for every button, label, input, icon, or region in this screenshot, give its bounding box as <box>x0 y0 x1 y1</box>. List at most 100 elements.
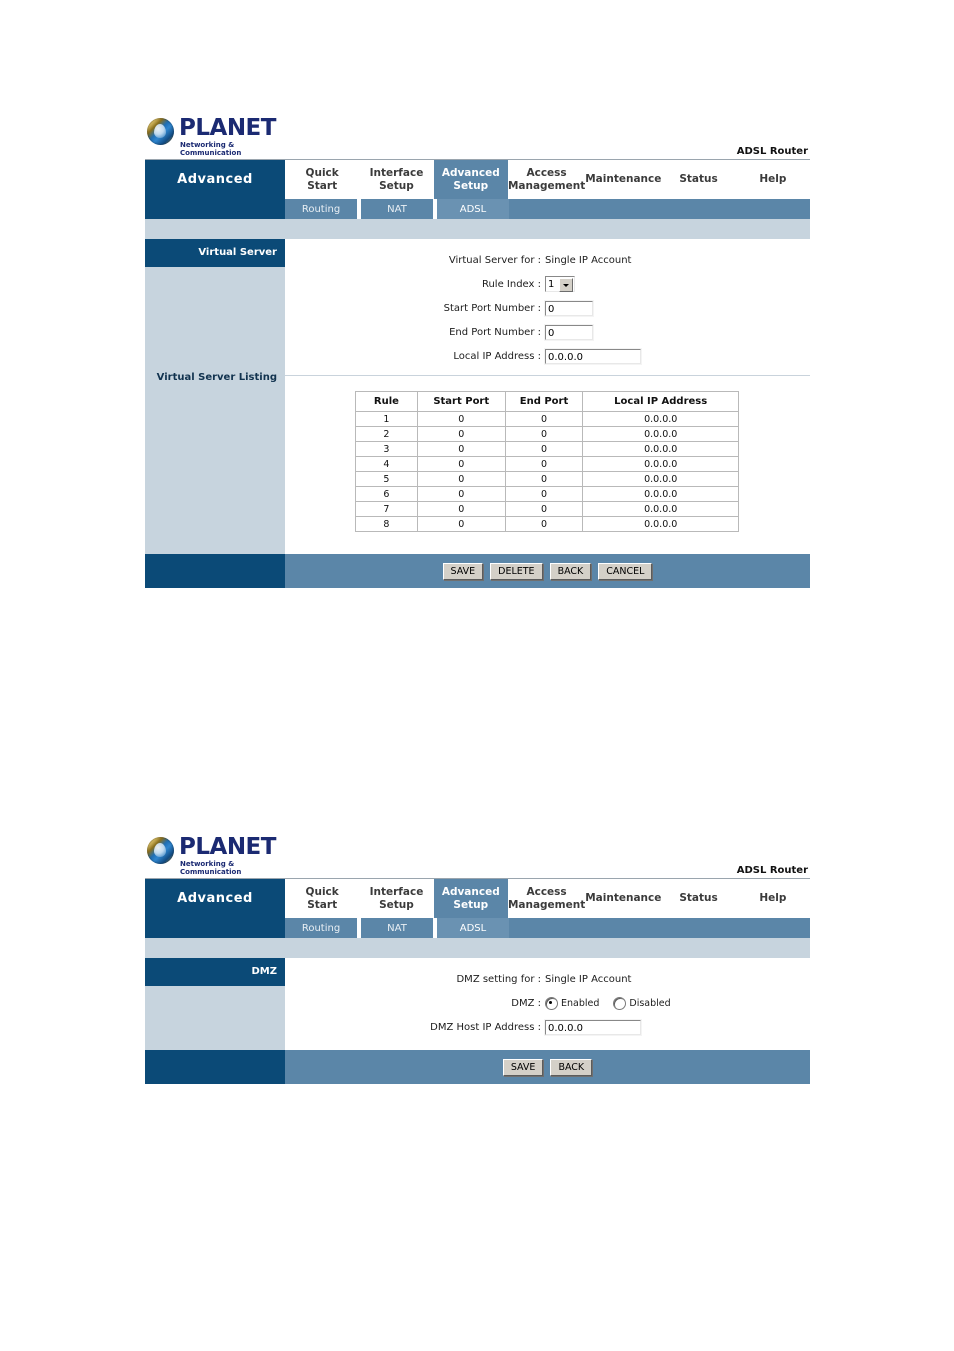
subtab-nat[interactable]: NAT <box>361 199 433 219</box>
cell-start-port: 0 <box>416 486 506 502</box>
rule-index-select[interactable]: 1 <box>545 276 575 292</box>
tab-label-line1: Status <box>679 173 718 185</box>
table-row: 7 0 0 0.0.0.0 <box>355 501 739 517</box>
cell-end-port: 0 <box>504 501 584 517</box>
tab-advanced-setup[interactable]: Advanced Setup <box>433 160 508 199</box>
table-row: 6 0 0 0.0.0.0 <box>355 486 739 502</box>
tab-maintenance[interactable]: Maintenance <box>585 160 662 199</box>
cell-start-port: 0 <box>416 471 506 487</box>
tab-quick-start[interactable]: Quick Start <box>285 879 360 918</box>
back-button[interactable]: BACK <box>549 562 592 580</box>
cell-local-ip: 0.0.0.0 <box>582 501 739 517</box>
dmz-disabled-radio[interactable]: Disabled <box>613 996 684 1010</box>
end-port-input[interactable]: 0 <box>544 323 594 341</box>
device-name: ADSL Router <box>736 865 808 876</box>
radio-on-icon[interactable] <box>545 996 558 1010</box>
subtab-routing[interactable]: Routing <box>285 918 357 938</box>
cell-local-ip: 0.0.0.0 <box>582 486 739 502</box>
subtab-routing[interactable]: Routing <box>285 199 357 219</box>
label-dmz: DMZ : <box>511 997 541 1009</box>
local-ip-address-input[interactable]: 0.0.0.0 <box>544 347 642 365</box>
tab-label-line1: Access <box>526 166 567 179</box>
cell-end-port: 0 <box>504 411 584 427</box>
table-row: 3 0 0 0.0.0.0 <box>355 441 739 457</box>
cancel-button[interactable]: CANCEL <box>598 562 653 580</box>
cell-start-port: 0 <box>416 516 506 532</box>
subtab-adsl[interactable]: ADSL <box>437 918 509 938</box>
nav-underline-strip <box>145 938 810 958</box>
value-virtual-server-for: Single IP Account <box>545 254 632 266</box>
sidebar-title-dmz: DMZ <box>145 958 285 986</box>
tab-label-line2: Setup <box>379 179 414 192</box>
panel-footer: SAVE DELETE BACK CANCEL <box>145 554 810 588</box>
header-divider <box>145 159 810 160</box>
tab-access-management[interactable]: Access Management <box>507 879 586 918</box>
panel-body: DMZ DMZ setting for : Single IP Account … <box>145 958 810 1050</box>
tab-label-line1: Interface <box>369 885 424 898</box>
field-row-dmz-toggle: DMZ : Enabled Disabled <box>285 994 810 1012</box>
back-button[interactable]: BACK <box>550 1058 593 1076</box>
radio-off-icon[interactable] <box>613 996 627 1010</box>
label-dmz-host-ip-address: DMZ Host IP Address : <box>430 1021 541 1033</box>
tab-quick-start[interactable]: Quick Start <box>285 160 360 199</box>
tab-interface-setup[interactable]: Interface Setup <box>359 160 434 199</box>
save-button[interactable]: SAVE <box>442 562 484 580</box>
tab-label-line1: Quick <box>305 885 339 898</box>
tab-status[interactable]: Status <box>661 160 736 199</box>
tab-label-line1: Status <box>679 892 718 904</box>
table-row: 2 0 0 0.0.0.0 <box>355 426 739 442</box>
cell-rule: 4 <box>355 456 418 472</box>
delete-button[interactable]: DELETE <box>490 562 543 580</box>
tab-help[interactable]: Help <box>735 879 810 918</box>
column-header-local-ip-address: Local IP Address <box>582 391 739 412</box>
subtab-adsl[interactable]: ADSL <box>437 199 509 219</box>
main-nav: Advanced Quick Start Interface Setup Adv… <box>145 879 810 918</box>
tab-label-line2: Management <box>507 179 586 192</box>
dmz-host-ip-input[interactable]: 0.0.0.0 <box>544 1018 642 1036</box>
sub-nav-spacer <box>145 199 285 219</box>
content-area: Virtual Server for : Single IP Account R… <box>285 239 810 554</box>
planet-logo: PLANET Networking & Communication <box>146 834 286 876</box>
cell-local-ip: 0.0.0.0 <box>582 426 739 442</box>
dmz-enabled-radio[interactable]: Enabled <box>545 996 613 1010</box>
tab-status[interactable]: Status <box>661 879 736 918</box>
dmz-enabled-label: Enabled <box>561 997 600 1009</box>
planet-logo: PLANET Networking & Communication <box>146 115 286 157</box>
label-start-port-number: Start Port Number : <box>443 302 541 314</box>
table-row: 1 0 0 0.0.0.0 <box>355 411 739 427</box>
tab-maintenance[interactable]: Maintenance <box>585 879 662 918</box>
tab-label-line1: Quick <box>305 166 339 179</box>
cell-local-ip: 0.0.0.0 <box>582 441 739 457</box>
cell-end-port: 0 <box>504 516 584 532</box>
virtual-server-listing-table-wrap: Rule Start Port End Port Local IP Addres… <box>285 376 810 532</box>
globe-icon <box>147 118 174 145</box>
virtual-server-listing-table: Rule Start Port End Port Local IP Addres… <box>355 391 739 532</box>
strip-left <box>145 938 285 958</box>
save-button[interactable]: SAVE <box>502 1058 544 1076</box>
sub-nav-spacer <box>145 918 285 938</box>
tab-access-management[interactable]: Access Management <box>507 160 586 199</box>
subtab-nat[interactable]: NAT <box>361 918 433 938</box>
sidebar: Virtual Server Virtual Server Listing <box>145 239 285 554</box>
brand-header: PLANET Networking & Communication ADSL R… <box>145 832 810 879</box>
cell-rule: 3 <box>355 441 418 457</box>
sidebar: DMZ <box>145 958 285 1050</box>
main-nav: Advanced Quick Start Interface Setup Adv… <box>145 160 810 199</box>
cell-start-port: 0 <box>416 426 506 442</box>
start-port-input[interactable]: 0 <box>544 299 594 317</box>
tab-advanced-setup[interactable]: Advanced Setup <box>433 879 508 918</box>
cell-start-port: 0 <box>416 501 506 517</box>
cell-rule: 8 <box>355 516 418 532</box>
tab-interface-setup[interactable]: Interface Setup <box>359 879 434 918</box>
field-row-local-ip: Local IP Address : 0.0.0.0 <box>285 347 810 365</box>
header-divider <box>145 878 810 879</box>
tab-label-line1: Interface <box>369 166 424 179</box>
chevron-down-icon[interactable] <box>559 278 573 292</box>
field-row-virtual-server-for: Virtual Server for : Single IP Account <box>285 251 810 269</box>
content-area: DMZ setting for : Single IP Account DMZ … <box>285 958 810 1050</box>
label-virtual-server-for: Virtual Server for : <box>448 254 541 266</box>
tab-label-line2: Start <box>307 898 338 911</box>
tab-help[interactable]: Help <box>735 160 810 199</box>
globe-icon <box>147 837 174 864</box>
label-dmz-setting-for: DMZ setting for : <box>456 973 541 985</box>
